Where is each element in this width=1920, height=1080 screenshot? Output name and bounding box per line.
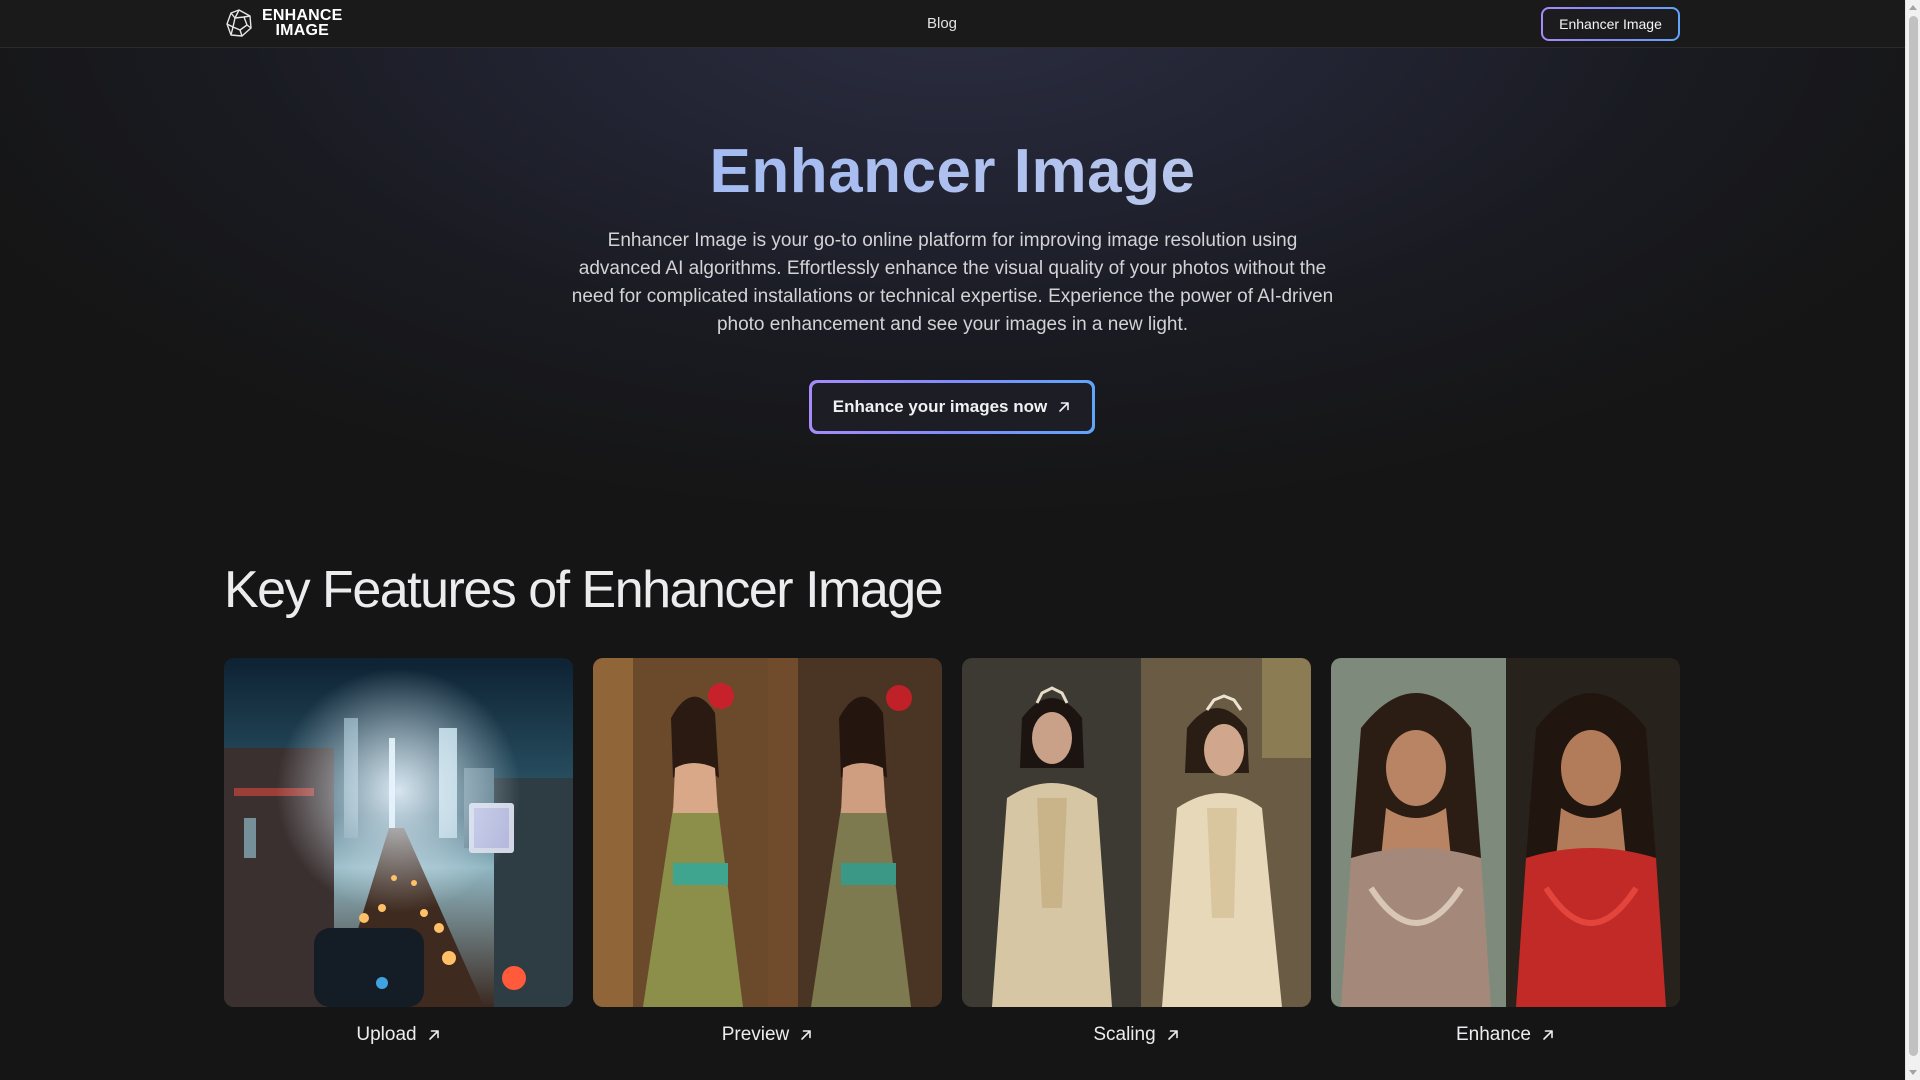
feature-card-label: Enhance xyxy=(1331,1024,1680,1046)
hero-cta-label: Enhance your images now xyxy=(832,397,1048,416)
woman-with-tiara-before-after-photo xyxy=(962,658,1311,1007)
logo-text: ENHANCE IMAGE xyxy=(262,7,343,39)
feature-card-title: Upload xyxy=(356,1024,417,1045)
feature-card-title: Scaling xyxy=(1093,1024,1156,1045)
page: ENHANCE IMAGE Blog Enhancer Image Enhanc… xyxy=(0,0,1905,1080)
scroll-down-icon[interactable] xyxy=(1909,1070,1917,1075)
feature-card-label: Upload xyxy=(224,1024,573,1046)
feature-card-scaling[interactable]: Scaling xyxy=(962,658,1311,1046)
hero-description: Enhancer Image is your go-to online plat… xyxy=(571,230,1334,335)
top-nav: ENHANCE IMAGE Blog Enhancer Image xyxy=(0,0,1905,48)
arrow-up-right-icon xyxy=(1543,1030,1553,1040)
arrow-up-right-icon xyxy=(428,1030,439,1040)
feature-card-label: Preview xyxy=(593,1024,942,1046)
nav-link-blog[interactable]: Blog xyxy=(927,15,957,32)
scrollbar-thumb[interactable] xyxy=(1909,16,1918,1056)
arrow-up-right-icon xyxy=(1059,402,1070,412)
scroll-up-icon[interactable] xyxy=(1909,5,1917,10)
feature-cards: Upload Preview Scaling Enhance xyxy=(224,658,1680,1046)
arrow-up-right-icon xyxy=(1167,1030,1178,1040)
vertical-scrollbar[interactable] xyxy=(1905,0,1920,1080)
hero-title: Enhancer Image xyxy=(0,136,1905,207)
hero-cta-inner: Enhance your images now xyxy=(812,383,1092,431)
night-city-street-photo xyxy=(224,658,573,1007)
arrow-up-right-icon xyxy=(801,1030,812,1040)
woman-in-dress-before-after-photo xyxy=(593,658,942,1007)
logo-line-2: IMAGE xyxy=(275,22,329,39)
header-enhancer-image-button[interactable]: Enhancer Image xyxy=(1541,7,1680,41)
feature-card-enhance[interactable]: Enhance xyxy=(1331,658,1680,1046)
features-title: Key Features of Enhancer Image xyxy=(224,561,944,619)
feature-card-label: Scaling xyxy=(962,1024,1311,1046)
feature-card-upload[interactable]: Upload xyxy=(224,658,573,1046)
feature-card-title: Preview xyxy=(721,1024,790,1045)
logo-line-1: ENHANCE xyxy=(262,7,343,24)
woman-portrait-before-after-photo xyxy=(1331,658,1680,1007)
header-cta-label: Enhancer Image xyxy=(1543,9,1678,39)
feature-card-title: Enhance xyxy=(1455,1024,1531,1045)
logo-icon xyxy=(226,9,252,37)
site-logo[interactable]: ENHANCE IMAGE xyxy=(224,7,343,39)
feature-card-preview[interactable]: Preview xyxy=(593,658,942,1046)
enhance-images-now-button[interactable]: Enhance your images now xyxy=(809,380,1095,434)
